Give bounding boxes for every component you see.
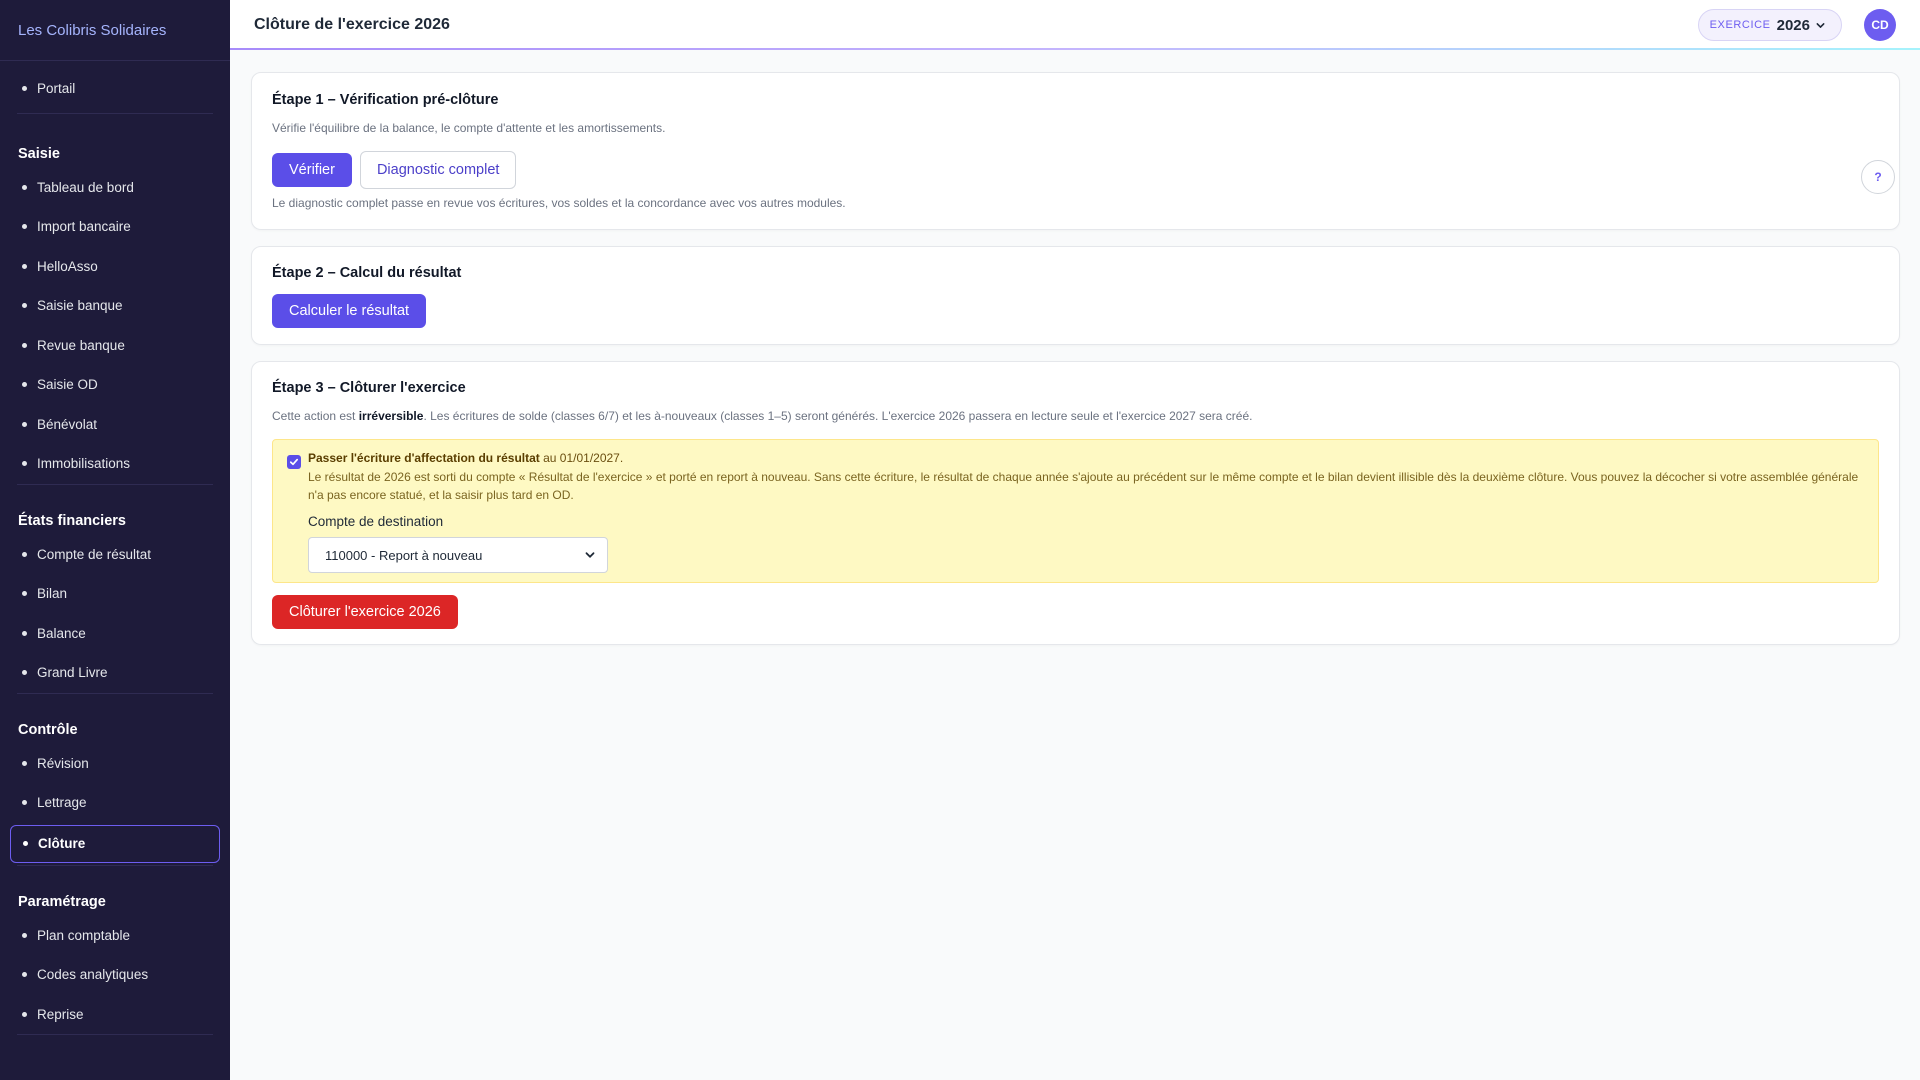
step2-title: Étape 2 – Calcul du résultat xyxy=(272,265,462,281)
sidebar-items-saisie: Tableau de bord Import bancaire HelloAss… xyxy=(0,168,230,484)
chevron-down-icon xyxy=(1816,22,1825,28)
affectation-label-bold: Passer l'écriture d'affectation du résul… xyxy=(308,451,540,465)
year-label: EXERCICE xyxy=(1709,19,1771,31)
sidebar-item-codes-analytiques[interactable]: Codes analytiques xyxy=(0,955,230,995)
step3-text: Cette action est irréversible. Les écrit… xyxy=(272,409,1252,423)
sidebar-group-title: Contrôle xyxy=(18,721,78,738)
year-value: 2026 xyxy=(1776,16,1810,34)
sidebar-item-lettrage[interactable]: Lettrage xyxy=(0,783,230,823)
step1-card: Étape 1 – Vérification pré-clôture Vérif… xyxy=(251,72,1900,230)
sidebar-group-etats: États financiers xyxy=(17,483,213,535)
sidebar-item-saisie-banque[interactable]: Saisie banque xyxy=(0,286,230,326)
top-header: Clôture de l'exercice 2026 EXERCICE 2026… xyxy=(230,0,1920,50)
step1-subtitle: Vérifie l'équilibre de la balance, le co… xyxy=(272,121,666,135)
sidebar-item-revue-banque[interactable]: Revue banque xyxy=(0,326,230,366)
step3-card: Étape 3 – Clôturer l'exercice Cette acti… xyxy=(251,361,1900,645)
step3-text-bold: irréversible xyxy=(358,409,424,423)
sidebar-group-title: Paramétrage xyxy=(18,893,106,910)
check-icon xyxy=(289,458,299,466)
sidebar-divider xyxy=(17,1034,213,1035)
step1-note: Le diagnostic complet passe en revue vos… xyxy=(272,196,846,210)
sidebar-item-cloture[interactable]: Clôture xyxy=(10,824,220,863)
brand-name[interactable]: Les Colibris Solidaires xyxy=(0,0,230,61)
sidebar-item-grand-livre[interactable]: Grand Livre xyxy=(0,653,230,693)
sidebar-item-reprise[interactable]: Reprise xyxy=(0,995,230,1035)
affectation-warning-box: Passer l'écriture d'affectation du résul… xyxy=(272,439,1879,583)
affectation-checkbox[interactable] xyxy=(287,455,301,469)
affectation-label-rest: au 01/01/2027. xyxy=(539,451,624,465)
step2-card: Étape 2 – Calcul du résultat Calculer le… xyxy=(251,246,1900,345)
chevron-down-icon xyxy=(585,552,595,558)
destination-account-select[interactable]: 110000 - Report à nouveau xyxy=(308,537,608,573)
close-exercise-button[interactable]: Clôturer l'exercice 2026 xyxy=(272,595,458,629)
avatar[interactable]: CD xyxy=(1864,9,1896,41)
sidebar-item-balance[interactable]: Balance xyxy=(0,614,230,654)
step3-text-before: Cette action est xyxy=(272,409,359,423)
sidebar-group-saisie: Saisie xyxy=(17,112,213,168)
step3-text-after: . Les écritures de solde (classes 6/7) e… xyxy=(423,409,1253,423)
sidebar: Les Colibris Solidaires Portail Saisie T… xyxy=(0,0,230,1080)
compute-result-button[interactable]: Calculer le résultat xyxy=(272,294,427,328)
year-selector[interactable]: EXERCICE 2026 xyxy=(1697,9,1842,41)
sidebar-items-parametrage: Plan comptable Codes analytiques Reprise xyxy=(0,916,230,1035)
sidebar-item-bilan[interactable]: Bilan xyxy=(0,574,230,614)
help-icon[interactable]: ? xyxy=(1861,160,1895,194)
sidebar-group-parametrage: Paramétrage xyxy=(17,864,213,916)
page-title: Clôture de l'exercice 2026 xyxy=(254,16,450,33)
sidebar-group-controle: Contrôle xyxy=(17,692,213,744)
step2-actions: Calculer le résultat xyxy=(272,294,427,328)
sidebar-item-benevolat[interactable]: Bénévolat xyxy=(0,405,230,445)
sidebar-item-immobilisations[interactable]: Immobilisations xyxy=(0,444,230,484)
sidebar-item-helloasso[interactable]: HelloAsso xyxy=(0,247,230,287)
step1-actions: Vérifier Diagnostic complet xyxy=(272,151,517,189)
sidebar-item-saisie-od[interactable]: Saisie OD xyxy=(0,365,230,405)
step1-title: Étape 1 – Vérification pré-clôture xyxy=(272,92,499,108)
sidebar-group-title: États financiers xyxy=(18,512,126,529)
sidebar-item-tableau-de-bord[interactable]: Tableau de bord xyxy=(0,168,230,208)
sidebar-item-compte-de-resultat[interactable]: Compte de résultat xyxy=(0,535,230,575)
sidebar-item-plan-comptable[interactable]: Plan comptable xyxy=(0,916,230,956)
diagnostic-button[interactable]: Diagnostic complet xyxy=(359,151,517,189)
sidebar-items-etats: Compte de résultat Bilan Balance Grand L… xyxy=(0,535,230,693)
sidebar-item-revision[interactable]: Révision xyxy=(0,744,230,784)
sidebar-item-portail[interactable]: Portail xyxy=(0,69,230,109)
step3-actions: Clôturer l'exercice 2026 xyxy=(272,595,458,629)
affectation-checkbox-label[interactable]: Passer l'écriture d'affectation du résul… xyxy=(308,451,623,465)
affectation-description: Le résultat de 2026 est sorti du compte … xyxy=(308,470,1859,502)
destination-account-label: Compte de destination xyxy=(308,514,444,529)
destination-account-value: 110000 - Report à nouveau xyxy=(325,547,483,563)
sidebar-group-title: Saisie xyxy=(18,145,60,162)
sidebar-items-controle: Révision Lettrage Clôture xyxy=(0,744,230,863)
sidebar-item-import-bancaire[interactable]: Import bancaire xyxy=(0,207,230,247)
step3-title: Étape 3 – Clôturer l'exercice xyxy=(272,380,466,396)
verify-button[interactable]: Vérifier xyxy=(272,153,352,187)
